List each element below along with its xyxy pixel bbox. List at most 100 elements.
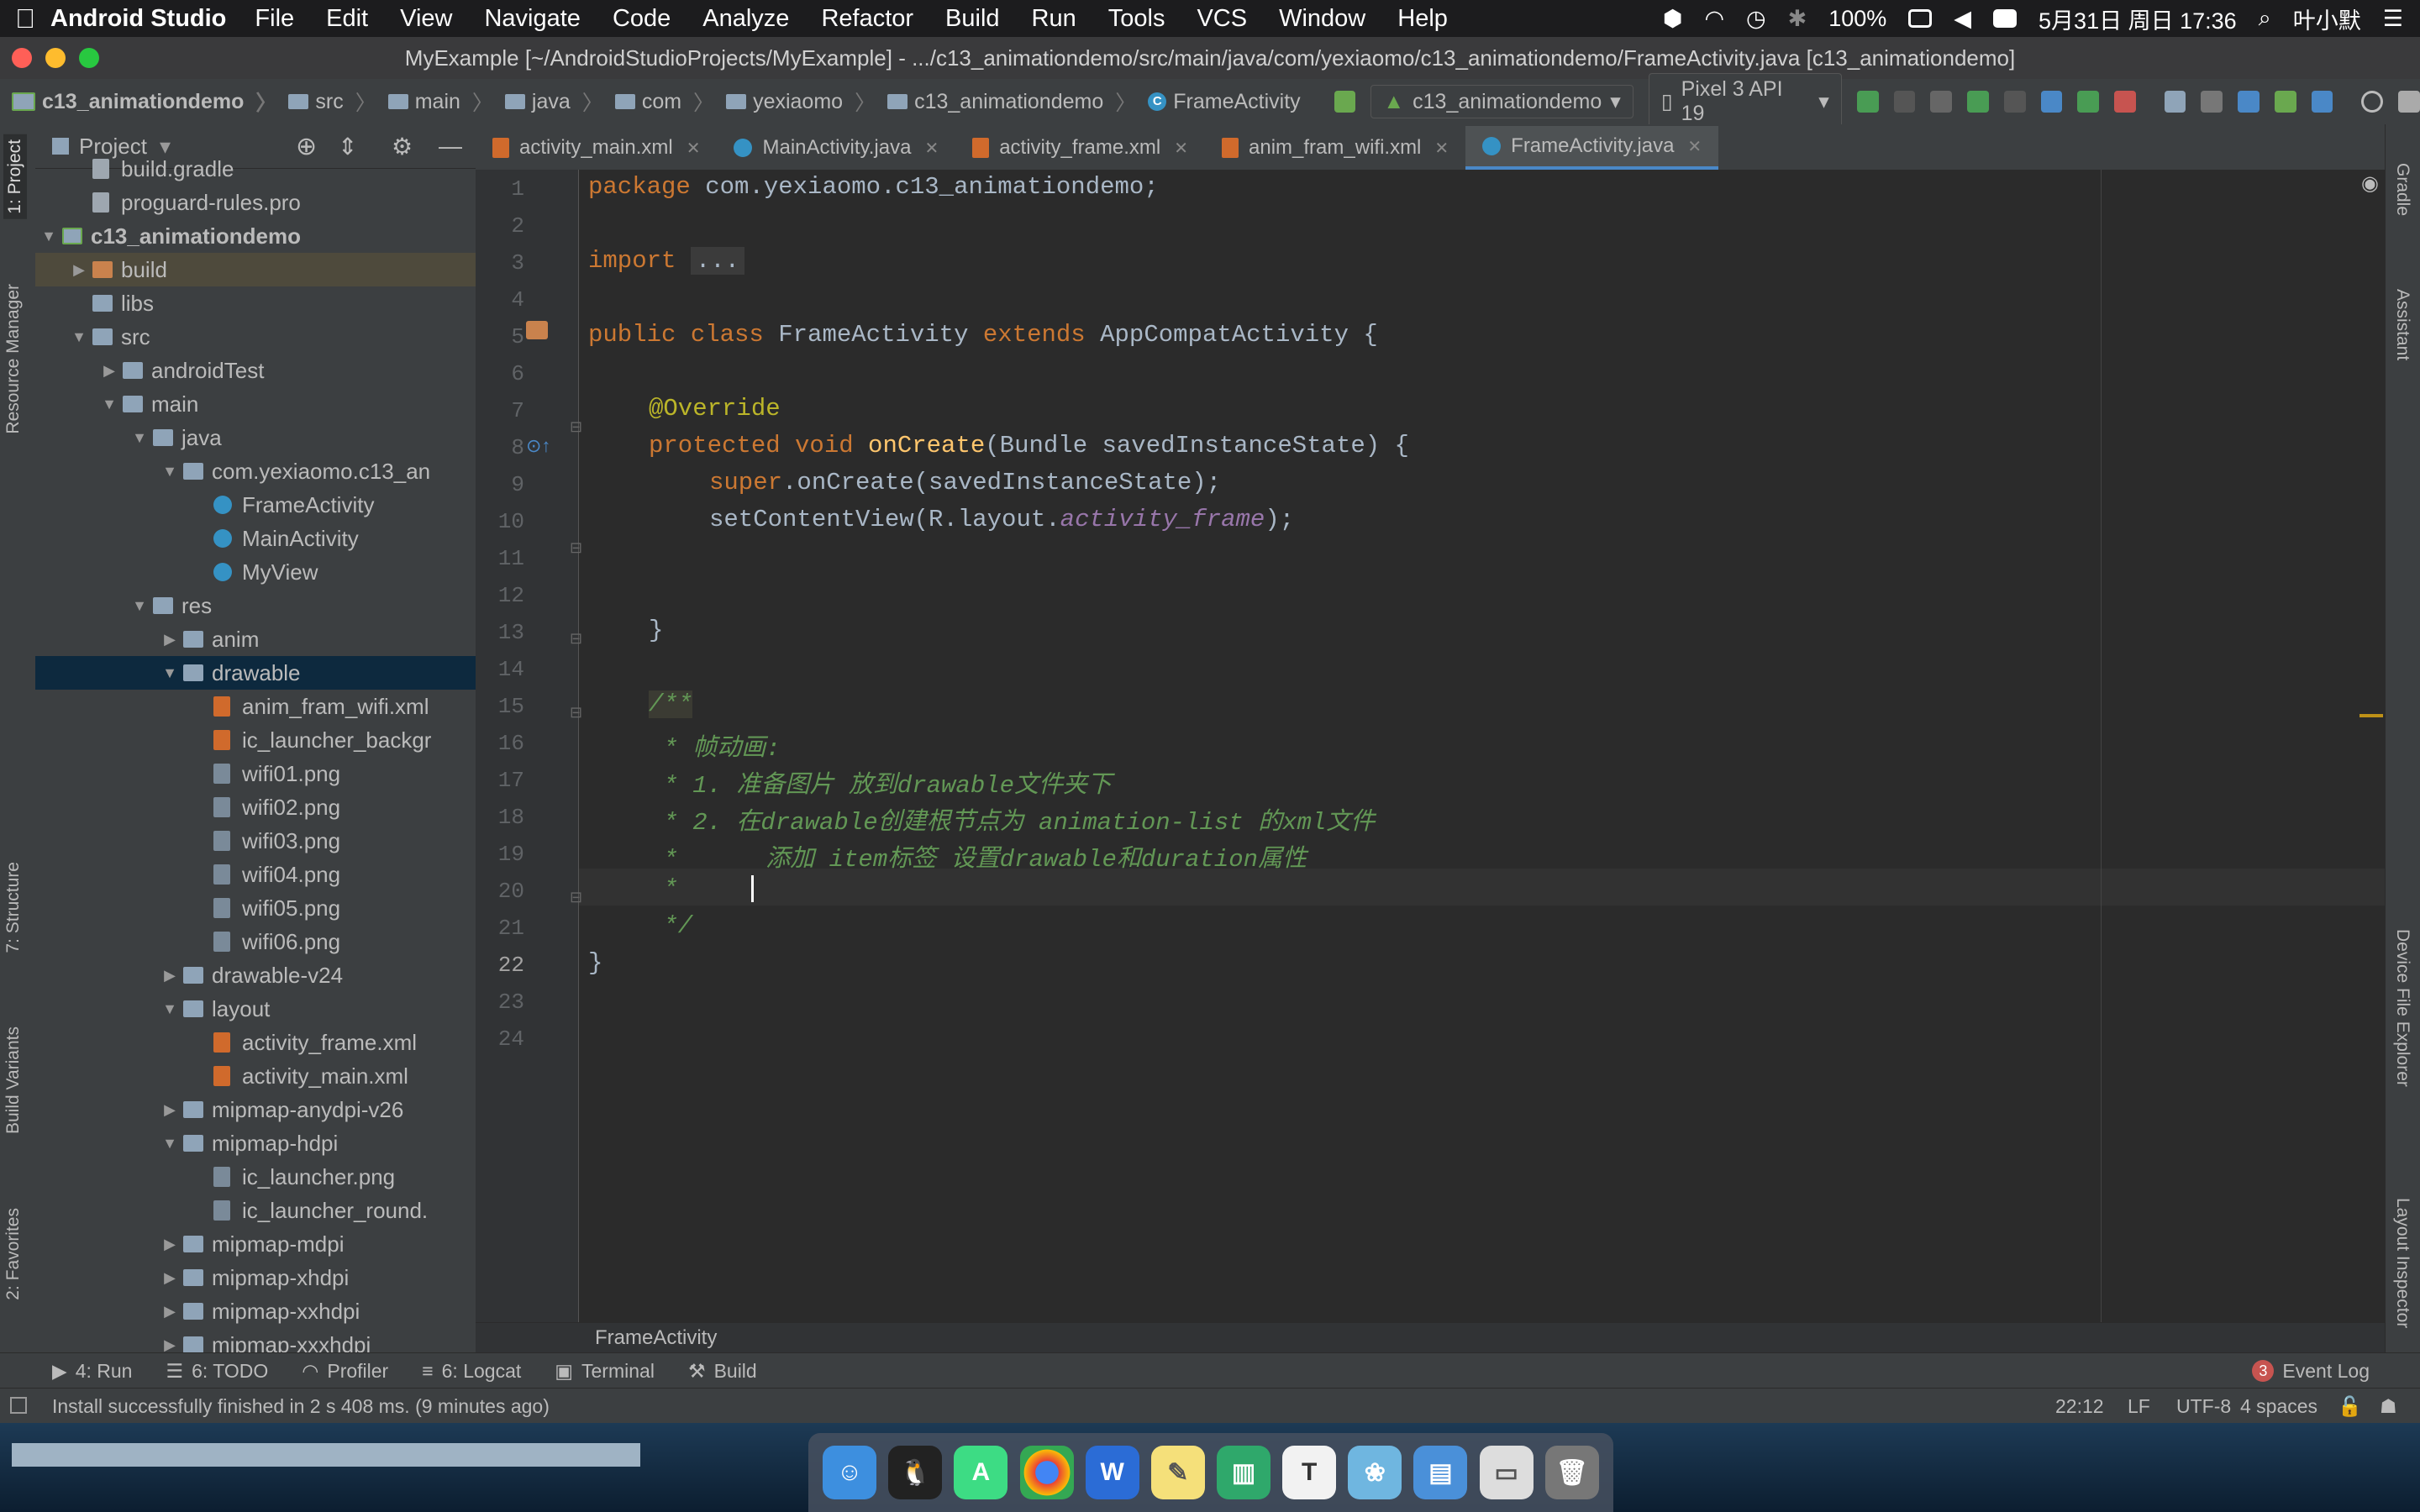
project-tree-item[interactable]: build.gradle xyxy=(35,152,476,186)
project-tree-item[interactable]: ▶ anim xyxy=(35,622,476,656)
input-method-icon[interactable] xyxy=(1993,9,2018,28)
expanded-arrow-icon[interactable]: ▼ xyxy=(161,1126,178,1160)
project-tree-item[interactable]: ▼ res xyxy=(35,589,476,622)
stop-icon[interactable] xyxy=(2113,91,2136,113)
project-tree-item[interactable]: ▼ drawable xyxy=(35,656,476,690)
spotlight-search-icon[interactable]: ⌕ xyxy=(2259,5,2271,32)
project-tree-item[interactable]: ic_launcher_round. xyxy=(35,1194,476,1227)
line-number[interactable]: 13 xyxy=(476,620,524,645)
toggle-tool-windows-icon[interactable] xyxy=(10,1397,27,1414)
close-icon[interactable]: ✕ xyxy=(924,138,939,159)
eye-icon[interactable]: ◉ xyxy=(2361,171,2379,196)
project-tree-item[interactable]: wifi01.png xyxy=(35,757,476,790)
search-icon[interactable] xyxy=(2361,91,2384,113)
tab-activity-main-xml[interactable]: activity_main.xml ✕ xyxy=(476,126,717,170)
tab-mainactivity-java[interactable]: MainActivity.java ✕ xyxy=(717,126,955,170)
line-number[interactable]: 17 xyxy=(476,768,524,793)
tab-favorites[interactable]: 2: Favorites xyxy=(3,1208,24,1300)
close-window-button[interactable] xyxy=(12,48,32,68)
coverage-icon[interactable] xyxy=(2003,91,2026,113)
project-tree-item[interactable]: ▼ java xyxy=(35,421,476,454)
profiler-tool-button[interactable]: ◠ Profiler xyxy=(302,1360,388,1383)
project-structure-icon[interactable] xyxy=(2164,91,2186,113)
code-editor[interactable]: 1 2 3 4 5 6 7 8 9 10 11 12 13 14 15 16 17 18 19 20 21 22 23 24 … xyxy=(476,170,2385,1322)
project-tree-item[interactable]: wifi06.png xyxy=(35,925,476,958)
line-number[interactable]: 22 xyxy=(476,953,524,978)
settings-icon[interactable] xyxy=(2398,91,2420,113)
volume-icon[interactable]: ◀ xyxy=(1954,6,1971,32)
line-number[interactable]: 16 xyxy=(476,731,524,756)
lock-icon[interactable]: 🔓 xyxy=(2338,1395,2362,1418)
crumb-class[interactable]: C FrameActivity xyxy=(1148,90,1301,114)
tab-frameactivity-java[interactable]: FrameActivity.java ✕ xyxy=(1465,126,1719,170)
menu-view[interactable]: View xyxy=(400,5,452,33)
menu-code[interactable]: Code xyxy=(613,5,671,33)
editor-breadcrumb[interactable]: FrameActivity xyxy=(476,1322,2385,1353)
tab-resource-manager[interactable]: Resource Manager xyxy=(3,284,24,434)
tab-assistant[interactable]: Assistant xyxy=(2392,289,2412,360)
event-log-button[interactable]: 3 Event Log xyxy=(2252,1360,2370,1383)
profile-icon[interactable] xyxy=(2040,91,2063,113)
apple-icon[interactable]:  xyxy=(0,3,50,34)
crumb-main[interactable]: main 〉 xyxy=(387,87,493,117)
app-menu[interactable]: Android Studio xyxy=(50,5,226,33)
project-tree-item[interactable]: ▼ src xyxy=(35,320,476,354)
expanded-arrow-icon[interactable]: ▼ xyxy=(161,454,178,488)
menu-tools[interactable]: Tools xyxy=(1108,5,1165,33)
line-number[interactable]: 12 xyxy=(476,583,524,608)
project-tree-item[interactable]: activity_main.xml xyxy=(35,1059,476,1093)
project-tree-item[interactable]: ▼ layout xyxy=(35,992,476,1026)
logcat-tool-button[interactable]: ≡ 6: Logcat xyxy=(422,1360,521,1383)
project-tree-item[interactable]: FrameActivity xyxy=(35,488,476,522)
collapsed-arrow-icon[interactable]: ▶ xyxy=(161,1328,178,1352)
line-number[interactable]: 4 xyxy=(476,287,524,312)
line-number[interactable]: 11 xyxy=(476,546,524,571)
bluetooth-icon[interactable]: ✱ xyxy=(1788,6,1807,32)
scrollbar-marker[interactable] xyxy=(2360,714,2383,717)
tab-device-file-explorer[interactable]: Device File Explorer xyxy=(2392,929,2412,1087)
menu-window[interactable]: Window xyxy=(1279,5,1365,33)
clock[interactable]: 5月31日 周日 17:36 xyxy=(2039,3,2237,35)
crumb-package[interactable]: c13_animationdemo 〉 xyxy=(887,87,1136,117)
run-tool-button[interactable]: ▶ 4: Run xyxy=(52,1360,132,1383)
project-tree-item[interactable]: ▼ com.yexiaomo.c13_an xyxy=(35,454,476,488)
run-config-select[interactable]: ▲ c13_animationdemo ▾ xyxy=(1370,85,1634,118)
tab-activity-frame-xml[interactable]: activity_frame.xml ✕ xyxy=(955,126,1205,170)
stickies-icon[interactable]: ✎ xyxy=(1150,1446,1205,1499)
fold-icon[interactable]: ⊟ xyxy=(570,539,582,557)
make-project-icon[interactable] xyxy=(1334,91,1356,113)
debug-icon[interactable] xyxy=(1967,91,1989,113)
terminal-tool-button[interactable]: ▣ Terminal xyxy=(555,1360,655,1383)
document-stack-icon[interactable]: ▭ xyxy=(1479,1446,1534,1499)
project-tree-item[interactable]: wifi03.png xyxy=(35,824,476,858)
control-center-icon[interactable]: ☰ xyxy=(2383,6,2403,32)
todo-tool-button[interactable]: ☰ 6: TODO xyxy=(166,1360,268,1383)
build-tool-button[interactable]: ⚒ Build xyxy=(688,1360,757,1383)
qq-icon[interactable]: 🐧 xyxy=(888,1446,943,1499)
project-tree-item[interactable]: ▼ c13_animationdemo xyxy=(35,219,476,253)
expanded-arrow-icon[interactable]: ▼ xyxy=(131,589,148,622)
file-encoding[interactable]: UTF-8 xyxy=(2176,1395,2231,1418)
breadcrumb-class[interactable]: FrameActivity xyxy=(595,1326,717,1350)
project-tree-item[interactable]: ▶ build xyxy=(35,253,476,286)
tab-build-variants[interactable]: Build Variants xyxy=(3,1026,24,1134)
attach-debugger-icon[interactable] xyxy=(2077,91,2099,113)
fold-icon[interactable]: ⊟ xyxy=(570,630,582,648)
line-number[interactable]: 14 xyxy=(476,657,524,682)
sketch-app-icon[interactable]: ❀ xyxy=(1348,1446,1402,1499)
line-number[interactable]: 15 xyxy=(476,694,524,719)
minimize-window-button[interactable] xyxy=(45,48,66,68)
project-tree-item[interactable]: ▼ main xyxy=(35,387,476,421)
crumb-java[interactable]: java 〉 xyxy=(504,87,603,117)
fold-icon[interactable]: ⊟ xyxy=(570,704,582,722)
time-machine-icon[interactable]: ◷ xyxy=(1746,6,1766,32)
expanded-arrow-icon[interactable]: ▼ xyxy=(101,387,118,421)
line-number[interactable]: 7 xyxy=(476,398,524,423)
trash-icon[interactable]: 🗑 xyxy=(1544,1446,1599,1499)
project-tree-item[interactable]: ▶ mipmap-anydpi-v26 xyxy=(35,1093,476,1126)
line-number[interactable]: 21 xyxy=(476,916,524,941)
zoom-window-button[interactable] xyxy=(79,48,99,68)
menu-navigate[interactable]: Navigate xyxy=(484,5,580,33)
override-method-icon[interactable]: ⊙↑ xyxy=(526,435,550,457)
line-number[interactable]: 18 xyxy=(476,805,524,830)
